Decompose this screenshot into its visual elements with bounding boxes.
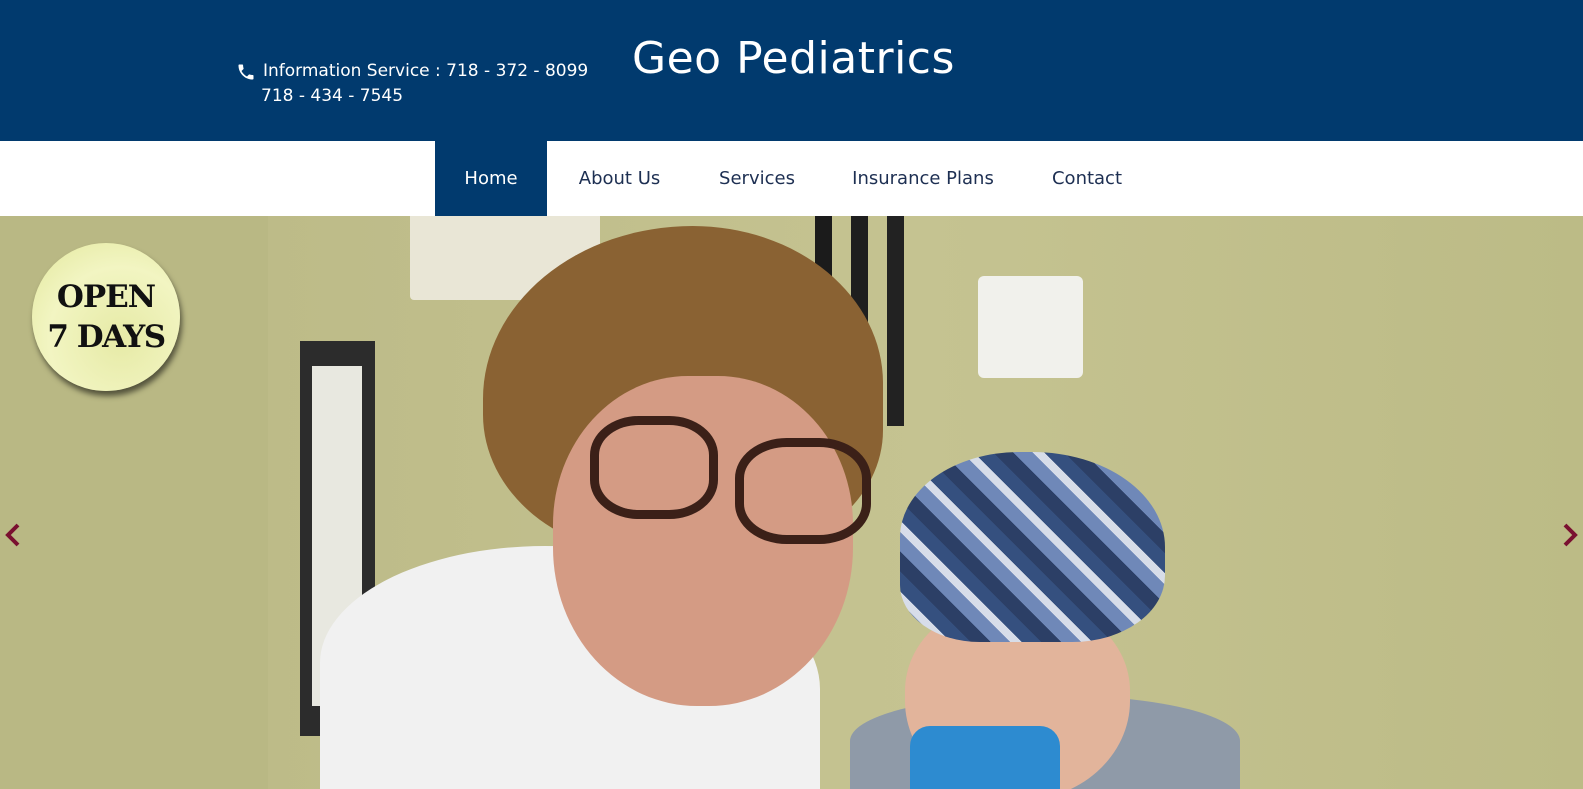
wall-holder [978, 276, 1083, 378]
nav-item-about-us[interactable]: About Us [566, 141, 673, 216]
glasses-right-lens [735, 438, 871, 544]
hero-slider: OPEN 7 DAYS [0, 216, 1583, 789]
phone-icon [236, 62, 256, 82]
nav-item-contact[interactable]: Contact [1040, 141, 1134, 216]
badge-line-open: OPEN [56, 279, 156, 315]
baby-hat [900, 452, 1165, 642]
baby-bib [910, 726, 1060, 789]
site-title[interactable]: Geo Pediatrics [632, 33, 955, 84]
contact-info: Information Service : 718 - 372 - 8099 7… [236, 59, 588, 109]
open-seven-days-badge: OPEN 7 DAYS [32, 243, 180, 391]
nav-item-home[interactable]: Home [435, 141, 547, 216]
phone-number-primary: Information Service : 718 - 372 - 8099 [263, 61, 589, 81]
badge-line-days: 7 DAYS [47, 319, 166, 355]
nav-item-insurance-plans[interactable]: Insurance Plans [843, 141, 1003, 216]
slider-prev-button[interactable] [0, 518, 26, 552]
main-nav: Home About Us Services Insurance Plans C… [0, 141, 1583, 216]
glasses-left-lens [590, 416, 718, 519]
chevron-left-icon [5, 523, 20, 547]
chevron-right-icon [1563, 523, 1578, 547]
top-header-bar: Information Service : 718 - 372 - 8099 7… [0, 0, 1583, 141]
phone-number-secondary: 718 - 434 - 7545 [261, 86, 404, 106]
slider-next-button[interactable] [1557, 518, 1583, 552]
nav-item-services[interactable]: Services [708, 141, 806, 216]
